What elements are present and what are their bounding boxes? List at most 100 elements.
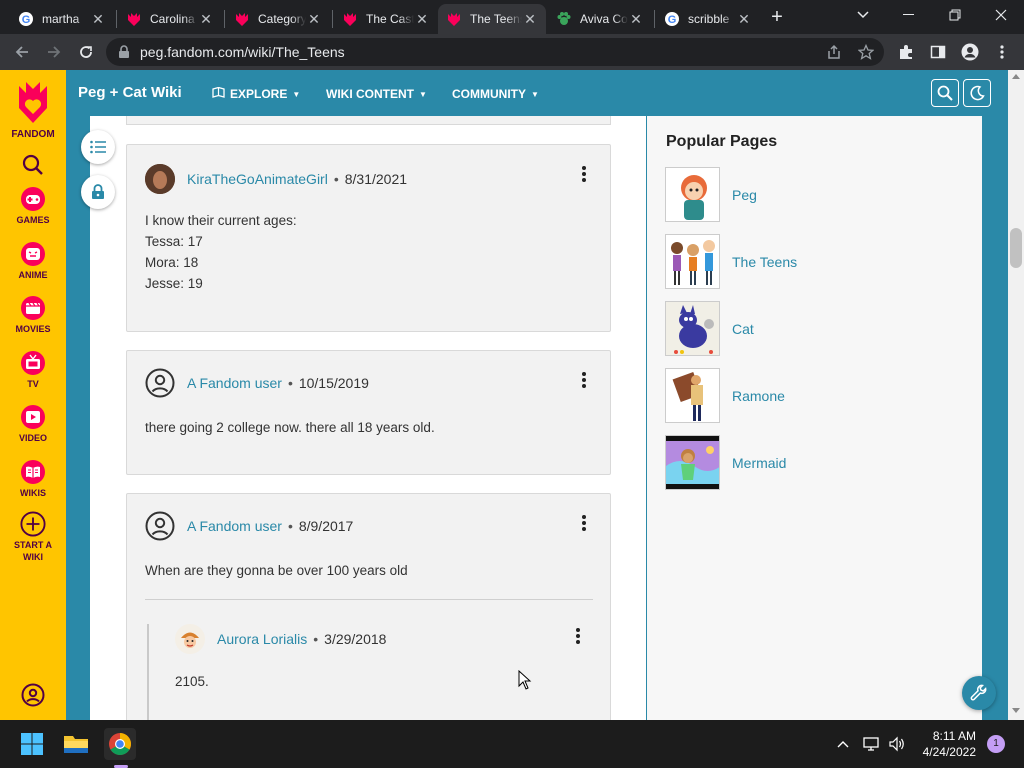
peg-thumbnail[interactable] xyxy=(665,167,720,222)
avatar[interactable] xyxy=(175,624,205,654)
tab-carolina[interactable]: Carolina ✕ xyxy=(118,4,222,34)
mermaid-thumbnail[interactable] xyxy=(665,435,720,490)
tab-scribble[interactable]: G scribble ✕ xyxy=(656,4,760,34)
volume-button[interactable] xyxy=(884,728,910,760)
start-button[interactable] xyxy=(16,728,48,760)
popular-page-link[interactable]: Peg xyxy=(732,187,757,203)
the-teens-thumbnail[interactable] xyxy=(665,234,720,289)
tab-aviva[interactable]: Aviva Co ✕ xyxy=(548,4,652,34)
rail-account-button[interactable] xyxy=(0,682,66,710)
reply-author-link[interactable]: Aurora Lorialis xyxy=(217,631,307,647)
back-button[interactable] xyxy=(8,38,36,66)
rail-item-games[interactable]: GAMES xyxy=(0,186,66,226)
comment-card: A Fandom user • 8/9/2017 When are they g… xyxy=(126,493,611,734)
reload-button[interactable] xyxy=(72,38,100,66)
wiki-tools-button[interactable] xyxy=(962,676,996,710)
popular-page-item[interactable]: Peg xyxy=(665,167,757,222)
page-scrollbar[interactable] xyxy=(1008,70,1024,720)
close-tab-icon[interactable]: ✕ xyxy=(306,11,322,27)
tab-martha[interactable]: G martha ✕ xyxy=(10,4,114,34)
tab-category[interactable]: Category ✕ xyxy=(226,4,330,34)
table-of-contents-button[interactable] xyxy=(81,130,115,164)
close-tab-icon[interactable]: ✕ xyxy=(90,11,106,27)
restore-button[interactable] xyxy=(932,0,978,30)
share-button[interactable] xyxy=(820,38,848,66)
minimize-button[interactable] xyxy=(886,0,932,30)
default-avatar-icon[interactable] xyxy=(145,511,175,541)
comment-text: there going 2 college now. there all 18 … xyxy=(145,417,435,438)
popular-page-item[interactable]: Cat xyxy=(665,301,754,356)
separator-dot: • xyxy=(333,171,339,187)
address-bar[interactable]: peg.fandom.com/wiki/The_Teens xyxy=(106,38,884,66)
popular-page-link[interactable]: Mermaid xyxy=(732,455,786,471)
tab-the-teens[interactable]: The Teens ✕ xyxy=(438,4,546,34)
page-lock-button[interactable] xyxy=(81,175,115,209)
close-tab-icon[interactable]: ✕ xyxy=(736,11,752,27)
profile-button[interactable] xyxy=(956,38,984,66)
new-tab-button[interactable]: + xyxy=(766,6,788,28)
comment-date: 8/9/2017 xyxy=(298,518,354,534)
nav-community[interactable]: COMMUNITY ▼ xyxy=(452,87,539,101)
extensions-button[interactable] xyxy=(892,38,920,66)
popular-page-item[interactable]: Ramone xyxy=(665,368,785,423)
wiki-search-button[interactable] xyxy=(931,79,959,107)
fandom-logo-link[interactable]: FANDOM xyxy=(0,80,66,141)
scroll-down-icon[interactable] xyxy=(1012,708,1020,713)
ramone-thumbnail[interactable] xyxy=(665,368,720,423)
rail-item-anime[interactable]: ANIME xyxy=(0,241,66,281)
system-clock[interactable]: 8:11 AM 4/24/2022 xyxy=(923,728,976,760)
popular-page-item[interactable]: The Teens xyxy=(665,234,797,289)
rail-item-wikis[interactable]: WIKIS xyxy=(0,459,66,499)
comment-author-link[interactable]: A Fandom user xyxy=(187,518,282,534)
nav-wiki-content[interactable]: WIKI CONTENT ▼ xyxy=(326,87,427,101)
bookmark-button[interactable] xyxy=(852,38,880,66)
rail-item-movies[interactable]: MOVIES xyxy=(0,295,66,335)
rail-item-tv[interactable]: TV xyxy=(0,350,66,390)
scroll-up-icon[interactable] xyxy=(1012,74,1020,79)
comment-options-button[interactable] xyxy=(578,370,590,390)
side-panel-button[interactable] xyxy=(924,38,952,66)
comment-options-button[interactable] xyxy=(578,164,590,184)
movie-icon xyxy=(20,295,46,321)
comment-author-link[interactable]: KiraTheGoAnimateGirl xyxy=(187,171,328,187)
close-tab-icon[interactable]: ✕ xyxy=(198,11,214,27)
popular-page-item[interactable]: Mermaid xyxy=(665,435,786,490)
chevron-up-icon xyxy=(837,741,849,748)
reply-options-button[interactable] xyxy=(572,626,584,646)
popular-page-link[interactable]: The Teens xyxy=(732,254,797,270)
cat-thumbnail[interactable] xyxy=(665,301,720,356)
close-tab-icon[interactable]: ✕ xyxy=(628,11,644,27)
file-explorer-button[interactable] xyxy=(60,728,92,760)
nav-explore[interactable]: EXPLORE ▼ xyxy=(212,86,300,101)
rail-item-video[interactable]: VIDEO xyxy=(0,404,66,444)
tab-the-cast[interactable]: The Cast ✕ xyxy=(334,4,438,34)
popular-page-link[interactable]: Cat xyxy=(732,321,754,337)
close-window-button[interactable] xyxy=(978,0,1024,30)
scrollbar-thumb[interactable] xyxy=(1010,228,1022,268)
forward-button[interactable] xyxy=(40,38,68,66)
avatar[interactable] xyxy=(145,164,175,194)
comment-header: KiraTheGoAnimateGirl • 8/31/2021 xyxy=(145,164,407,194)
popular-page-link[interactable]: Ramone xyxy=(732,388,785,404)
gamepad-icon xyxy=(20,186,46,212)
close-tab-icon[interactable]: ✕ xyxy=(522,11,538,27)
default-avatar-icon[interactable] xyxy=(145,368,175,398)
comment-options-button[interactable] xyxy=(578,513,590,533)
close-tab-icon[interactable]: ✕ xyxy=(414,11,430,27)
book-icon xyxy=(20,459,46,485)
nav-label: COMMUNITY xyxy=(452,87,526,101)
rail-label: WIKI xyxy=(23,552,43,562)
show-hidden-icons-button[interactable] xyxy=(830,728,856,760)
tab-search-button[interactable] xyxy=(840,0,886,30)
comment-author-link[interactable]: A Fandom user xyxy=(187,375,282,391)
start-a-wiki-button[interactable]: START A WIKI xyxy=(0,511,66,563)
browser-menu-button[interactable] xyxy=(988,38,1016,66)
rail-search-button[interactable] xyxy=(0,152,66,180)
wiki-name-link[interactable]: Peg + Cat Wiki xyxy=(78,84,182,101)
theme-toggle-button[interactable] xyxy=(963,79,991,107)
chrome-taskbar-button[interactable] xyxy=(104,728,136,760)
network-button[interactable] xyxy=(858,728,884,760)
notification-badge[interactable]: 1 xyxy=(987,735,1005,753)
moon-icon xyxy=(970,85,985,101)
rail-label: START A xyxy=(14,540,52,550)
